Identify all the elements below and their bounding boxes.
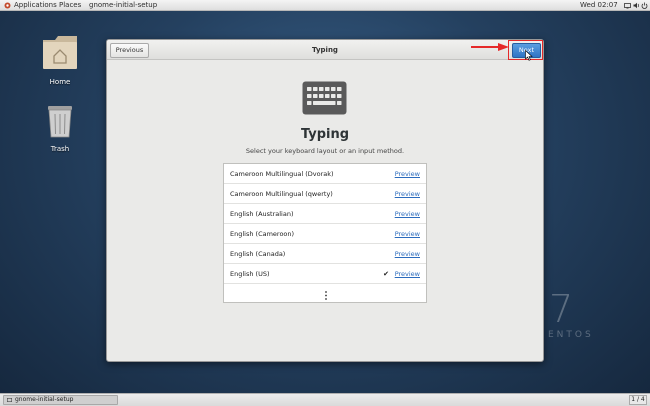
layout-name: English (Canada) <box>230 250 286 258</box>
trash-icon <box>48 106 72 138</box>
desktop-trash[interactable]: Trash <box>40 103 80 153</box>
mouse-cursor-icon <box>525 50 533 61</box>
preview-link[interactable]: Preview <box>395 164 420 184</box>
layout-row[interactable]: English (Cameroon) Preview <box>224 224 426 244</box>
taskbar-window-label: gnome-initial-setup <box>15 396 74 403</box>
app-menu[interactable]: gnome-initial-setup <box>89 0 157 11</box>
selected-check-icon: ✔ <box>383 270 389 278</box>
preview-link[interactable]: Preview <box>395 264 420 284</box>
home-folder-icon <box>43 36 77 69</box>
home-label: Home <box>49 78 71 86</box>
page-subtitle: Select your keyboard layout or an input … <box>245 147 405 155</box>
preview-link[interactable]: Preview <box>395 184 420 204</box>
centos-watermark-number: 7 <box>549 287 574 331</box>
centos-watermark-text: ENTOS <box>548 330 594 340</box>
power-icon[interactable] <box>641 2 648 9</box>
keyboard-icon <box>302 81 347 115</box>
applications-icon <box>4 2 11 9</box>
bottom-panel: gnome-initial-setup 1 / 4 <box>0 393 650 406</box>
page-heading: Typing <box>300 127 350 142</box>
layout-row[interactable]: English (Australian) Preview <box>224 204 426 224</box>
layout-name: Cameroon Multilingual (qwerty) <box>230 190 333 198</box>
preview-link[interactable]: Preview <box>395 244 420 264</box>
layout-row[interactable]: English (Canada) Preview <box>224 244 426 264</box>
network-icon[interactable] <box>624 2 631 9</box>
layout-name: English (US) <box>230 270 270 278</box>
preview-link[interactable]: Preview <box>395 224 420 244</box>
window-icon <box>7 398 12 402</box>
workspace-indicator[interactable]: 1 / 4 <box>629 395 647 405</box>
volume-icon[interactable] <box>633 2 640 9</box>
layout-name: English (Australian) <box>230 210 294 218</box>
previous-button[interactable]: Previous <box>110 43 149 58</box>
layout-name: English (Cameroon) <box>230 230 295 238</box>
more-vertical-icon <box>325 291 327 300</box>
keyboard-layout-list: Cameroon Multilingual (Dvorak) Preview C… <box>223 163 427 303</box>
trash-label: Trash <box>50 145 70 153</box>
layout-row-selected[interactable]: English (US) ✔ Preview <box>224 264 426 284</box>
preview-link[interactable]: Preview <box>395 204 420 224</box>
more-layouts-row[interactable] <box>224 286 426 304</box>
places-menu[interactable]: Places <box>59 0 81 11</box>
clock[interactable]: Wed 02:07 <box>580 0 618 11</box>
desktop-home[interactable]: Home <box>40 32 80 86</box>
layout-name: Cameroon Multilingual (Dvorak) <box>230 170 334 178</box>
layout-row[interactable]: Cameroon Multilingual (Dvorak) Preview <box>224 164 426 184</box>
applications-menu[interactable]: Applications <box>14 0 57 11</box>
red-arrow-annotation <box>471 43 509 51</box>
layout-row[interactable]: Cameroon Multilingual (qwerty) Preview <box>224 184 426 204</box>
top-panel: Applications Places gnome-initial-setup … <box>0 0 650 11</box>
taskbar-window-button[interactable]: gnome-initial-setup <box>3 395 118 405</box>
